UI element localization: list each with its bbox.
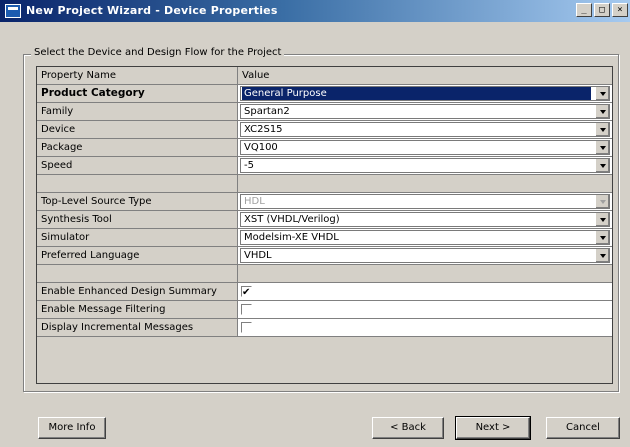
dropdown-arrow-icon[interactable] bbox=[595, 141, 609, 154]
value-dropdown[interactable]: VHDL bbox=[240, 248, 610, 263]
dropdown-arrow-icon[interactable] bbox=[595, 123, 609, 136]
dropdown-arrow-icon[interactable] bbox=[595, 105, 609, 118]
dropdown-arrow-icon[interactable] bbox=[595, 213, 609, 226]
grid-row: Product Category General Purpose bbox=[37, 85, 612, 103]
property-value-cell bbox=[238, 175, 612, 193]
property-value-cell bbox=[238, 319, 612, 337]
title-bar[interactable]: New Project Wizard - Device Properties _… bbox=[0, 0, 630, 22]
dropdown-value: XC2S15 bbox=[244, 124, 283, 135]
value-checkbox[interactable] bbox=[241, 304, 252, 315]
property-value-cell bbox=[238, 265, 612, 283]
grid-header: Property Name Value bbox=[37, 67, 612, 85]
property-grid: Property Name Value Product Category Gene… bbox=[36, 66, 613, 384]
property-name: Preferred Language bbox=[37, 247, 238, 265]
value-dropdown[interactable]: Modelsim-XE VHDL bbox=[240, 230, 610, 245]
app-icon bbox=[5, 4, 21, 18]
grid-row: Package VQ100 bbox=[37, 139, 612, 157]
grid-row: Device XC2S15 bbox=[37, 121, 612, 139]
property-value-cell: XST (VHDL/Verilog) bbox=[238, 211, 612, 229]
property-value-cell: -5 bbox=[238, 157, 612, 175]
property-name: Display Incremental Messages bbox=[37, 319, 238, 337]
dropdown-value: VQ100 bbox=[244, 142, 278, 153]
property-name: Device bbox=[37, 121, 238, 139]
property-value-cell: VHDL bbox=[238, 247, 612, 265]
dropdown-value: XST (VHDL/Verilog) bbox=[244, 214, 340, 225]
value-dropdown[interactable]: Spartan2 bbox=[240, 104, 610, 119]
property-value-cell: General Purpose bbox=[238, 85, 612, 103]
property-name: Family bbox=[37, 103, 238, 121]
property-value-cell: Modelsim-XE VHDL bbox=[238, 229, 612, 247]
property-name: Synthesis Tool bbox=[37, 211, 238, 229]
dropdown-arrow-icon[interactable] bbox=[595, 159, 609, 172]
minimize-button[interactable]: _ bbox=[576, 3, 592, 17]
back-button[interactable]: < Back bbox=[372, 417, 444, 439]
grid-row: Enable Enhanced Design Summary bbox=[37, 283, 612, 301]
maximize-button[interactable]: □ bbox=[594, 3, 610, 17]
group-label: Select the Device and Design Flow for th… bbox=[31, 47, 285, 58]
value-dropdown: HDL bbox=[240, 194, 610, 209]
property-value-cell bbox=[238, 283, 612, 301]
value-dropdown[interactable]: General Purpose bbox=[240, 86, 610, 101]
grid-separator-row bbox=[37, 175, 612, 193]
property-name: Enable Message Filtering bbox=[37, 301, 238, 319]
grid-row: Speed -5 bbox=[37, 157, 612, 175]
property-name bbox=[37, 175, 238, 193]
grid-row: Preferred Language VHDL bbox=[37, 247, 612, 265]
grid-separator-row bbox=[37, 265, 612, 283]
property-name: Enable Enhanced Design Summary bbox=[37, 283, 238, 301]
dropdown-arrow-icon[interactable] bbox=[595, 231, 609, 244]
property-value-cell: Spartan2 bbox=[238, 103, 612, 121]
close-button[interactable]: × bbox=[612, 3, 628, 17]
grid-row: Family Spartan2 bbox=[37, 103, 612, 121]
grid-row: Synthesis Tool XST (VHDL/Verilog) bbox=[37, 211, 612, 229]
dropdown-arrow-icon[interactable] bbox=[595, 249, 609, 262]
property-value-cell: HDL bbox=[238, 193, 612, 211]
property-value-cell: VQ100 bbox=[238, 139, 612, 157]
property-name: Package bbox=[37, 139, 238, 157]
property-name bbox=[37, 265, 238, 283]
grid-row: Top-Level Source Type HDL bbox=[37, 193, 612, 211]
value-dropdown[interactable]: XST (VHDL/Verilog) bbox=[240, 212, 610, 227]
value-dropdown[interactable]: VQ100 bbox=[240, 140, 610, 155]
grid-row: Display Incremental Messages bbox=[37, 319, 612, 337]
dropdown-value: HDL bbox=[244, 196, 265, 207]
value-dropdown[interactable]: XC2S15 bbox=[240, 122, 610, 137]
dropdown-value: VHDL bbox=[244, 250, 272, 261]
grid-row: Simulator Modelsim-XE VHDL bbox=[37, 229, 612, 247]
value-dropdown[interactable]: -5 bbox=[240, 158, 610, 173]
property-name: Top-Level Source Type bbox=[37, 193, 238, 211]
cancel-button[interactable]: Cancel bbox=[546, 417, 620, 439]
dropdown-value: Modelsim-XE VHDL bbox=[244, 232, 339, 243]
dropdown-value: -5 bbox=[244, 160, 254, 171]
value-checkbox[interactable] bbox=[241, 284, 252, 301]
dropdown-value: Spartan2 bbox=[244, 106, 290, 117]
header-property-name: Property Name bbox=[37, 67, 238, 85]
property-name: Simulator bbox=[37, 229, 238, 247]
property-name: Speed bbox=[37, 157, 238, 175]
window-title: New Project Wizard - Device Properties bbox=[26, 4, 278, 17]
next-button[interactable]: Next > bbox=[455, 416, 531, 440]
value-checkbox[interactable] bbox=[241, 322, 252, 333]
dropdown-arrow-icon bbox=[595, 195, 609, 208]
dropdown-arrow-icon[interactable] bbox=[595, 87, 609, 100]
more-info-button[interactable]: More Info bbox=[38, 417, 106, 439]
property-value-cell bbox=[238, 301, 612, 319]
property-name: Product Category bbox=[37, 85, 238, 103]
dropdown-value: General Purpose bbox=[242, 87, 591, 100]
property-value-cell: XC2S15 bbox=[238, 121, 612, 139]
grid-row: Enable Message Filtering bbox=[37, 301, 612, 319]
header-value: Value bbox=[238, 67, 612, 85]
